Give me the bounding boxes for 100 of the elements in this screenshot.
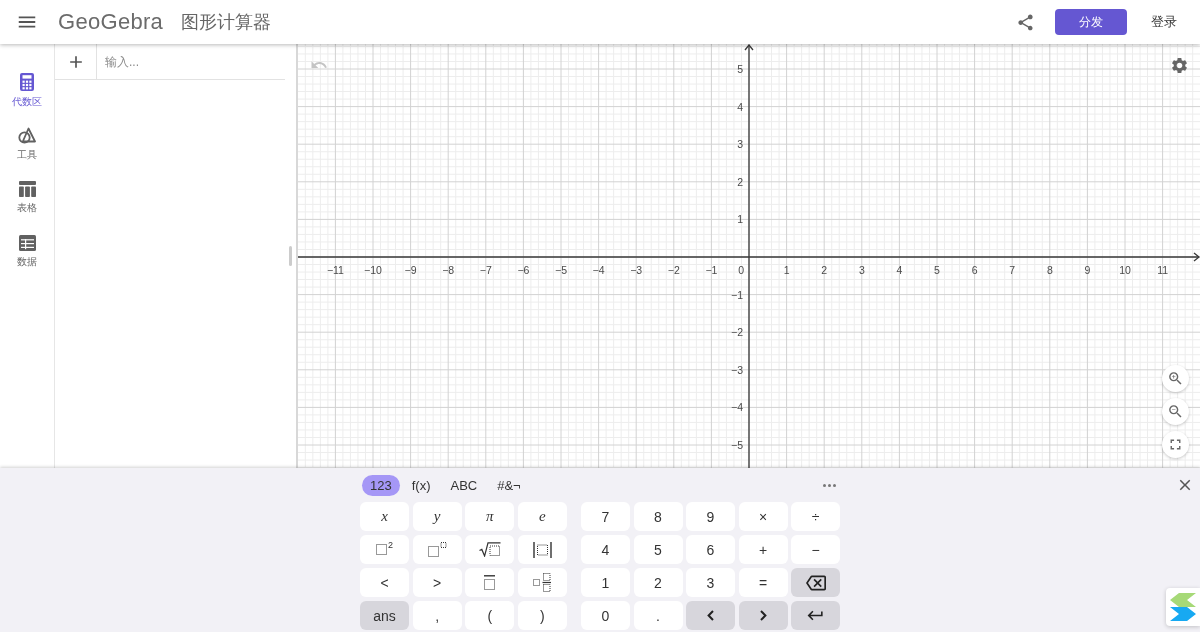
keyboard-key[interactable]: 7 (581, 502, 630, 531)
backspace-key[interactable] (791, 568, 840, 597)
share-icon (1016, 12, 1035, 32)
axis-label: 8 (1046, 264, 1053, 276)
keyboard-key[interactable]: 4 (581, 535, 630, 564)
axis-label: −6 (517, 264, 530, 276)
keyboard-key[interactable]: 1 (581, 568, 630, 597)
app-logo: GeoGebra (58, 9, 164, 35)
input-field[interactable]: 输入... (97, 44, 285, 79)
fullscreen-button[interactable] (1162, 431, 1189, 458)
share-button[interactable] (1016, 12, 1035, 32)
zoom-out-icon (1167, 403, 1184, 420)
axis-label: −1 (731, 288, 743, 301)
square-root-key[interactable] (465, 535, 515, 564)
keyboard-key[interactable]: 3 (686, 568, 735, 597)
axis-label: 9 (1084, 264, 1091, 276)
axis-label: −7 (479, 264, 492, 276)
axis-label: −10 (364, 264, 382, 276)
axis-label: −11 (326, 264, 344, 276)
keyboard-key[interactable]: + (738, 535, 788, 564)
more-icon (823, 484, 836, 487)
overline-box-icon (484, 575, 496, 590)
square-root-icon (478, 542, 501, 557)
sidebar-item[interactable]: 代数区 (0, 63, 54, 117)
keyboard-key[interactable]: ) (517, 601, 567, 630)
axis-label: −5 (731, 439, 743, 451)
spreadsheet-icon (18, 235, 36, 251)
chevron-logo-icon (1170, 593, 1196, 621)
mixed-fraction-key[interactable] (517, 568, 567, 597)
distribute-button[interactable]: 分发 (1055, 9, 1127, 35)
axis-label: −4 (731, 401, 743, 414)
zoom-out-button[interactable] (1162, 398, 1189, 425)
resize-handle[interactable] (289, 246, 292, 266)
variable-key[interactable]: π (465, 502, 515, 531)
settings-button[interactable] (1170, 56, 1189, 75)
chevron-left-icon (707, 610, 714, 621)
axis-label: 4 (896, 264, 903, 276)
axis-label: −8 (442, 264, 455, 276)
variable-key[interactable]: y (412, 502, 462, 531)
settings-icon (1170, 56, 1189, 75)
axis-label: −3 (731, 363, 743, 376)
axis-label: 2 (821, 264, 828, 276)
keyboard-key[interactable]: ÷ (791, 502, 840, 531)
enter-key[interactable] (791, 601, 840, 630)
keyboard-key[interactable]: ( (465, 601, 515, 630)
keyboard-key[interactable]: 2 (633, 568, 683, 597)
axis-label: 1 (737, 213, 743, 226)
axis-label: 1 (783, 264, 790, 276)
axis-label: −4 (592, 264, 605, 276)
zoom-in-button[interactable] (1162, 365, 1189, 392)
sidebar-item[interactable]: 工具 (0, 117, 54, 171)
keyboard-tab[interactable]: 123 (362, 475, 400, 496)
keyboard-key[interactable]: 0 (581, 601, 630, 630)
axis-label: 0 (738, 264, 744, 276)
keyboard-tab[interactable]: f(x) (403, 475, 439, 496)
keyboard-key[interactable]: 5 (633, 535, 683, 564)
keyboard-tab[interactable]: #&¬ (489, 475, 529, 496)
sidebar-item[interactable]: 表格 (0, 171, 54, 225)
axis-label: 10 (1119, 264, 1131, 276)
sidebar-item[interactable]: 数据 (0, 225, 54, 279)
variable-key[interactable]: x (360, 502, 410, 531)
axis-label: 2 (737, 175, 743, 188)
absolute-value-key[interactable] (517, 535, 567, 564)
power-template-icon (427, 542, 447, 557)
variable-key[interactable]: e (517, 502, 567, 531)
keyboard-key[interactable]: − (791, 535, 840, 564)
keyboard-key[interactable]: > (412, 568, 462, 597)
axis-label: 3 (737, 138, 743, 151)
axis-label: 7 (1009, 264, 1016, 276)
axis-label: 5 (737, 63, 743, 75)
axis-label: 4 (737, 100, 743, 113)
power-key[interactable] (412, 535, 462, 564)
overline-key[interactable] (465, 568, 515, 597)
axis-label: −3 (630, 264, 643, 276)
keyboard-key[interactable]: = (738, 568, 788, 597)
circle-triangle-icon (18, 127, 36, 144)
floating-widget[interactable] (1166, 588, 1200, 626)
keyboard-key[interactable]: 6 (686, 535, 735, 564)
axis-label: −2 (731, 326, 743, 339)
absolute-value-icon (532, 541, 552, 558)
ans-key[interactable]: ans (360, 601, 410, 630)
keyboard-key[interactable]: × (738, 502, 788, 531)
axis-label: −2 (667, 264, 680, 276)
keyboard-key[interactable]: 9 (686, 502, 735, 531)
axis-label: 11 (1157, 264, 1169, 276)
keyboard-tab[interactable]: ABC (442, 475, 486, 496)
login-button[interactable]: 登录 (1151, 13, 1177, 31)
dotted-box-icon (376, 544, 388, 555)
axis-label: −5 (555, 264, 567, 276)
axis-label: −9 (404, 264, 417, 276)
keyboard-key[interactable]: 8 (633, 502, 683, 531)
keyboard-key[interactable]: < (360, 568, 410, 597)
more-button[interactable] (823, 484, 836, 487)
app-title: 图形计算器 (181, 11, 272, 34)
squared-key[interactable]: 2 (360, 535, 410, 564)
keyboard-key[interactable]: , (412, 601, 462, 630)
axis-label: −1 (705, 264, 718, 276)
keyboard-key[interactable]: . (633, 601, 683, 630)
table-icon (18, 181, 36, 197)
axis-label: 6 (971, 264, 978, 276)
